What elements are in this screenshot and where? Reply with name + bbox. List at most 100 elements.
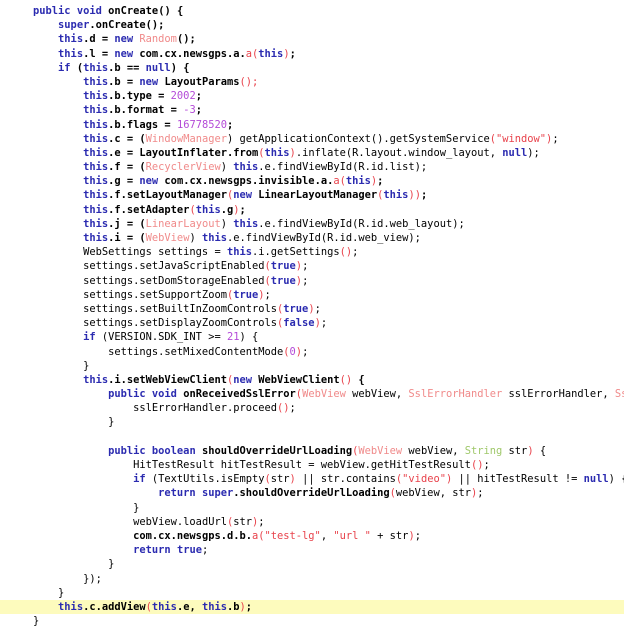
code-line[interactable]: HitTestResult hitTestResult = webView.ge… [0, 458, 624, 472]
code-line[interactable]: settings.setSupportZoom(true); [0, 288, 624, 302]
code-token-bold: ; [245, 600, 253, 613]
code-token-bold: .b = [108, 75, 140, 88]
code-token-kw: new [114, 33, 134, 46]
code-token-kw: this [83, 132, 109, 145]
code-line[interactable]: settings.setMixedContentMode(0); [0, 345, 624, 359]
code-line[interactable]: public void onCreate() { [0, 4, 624, 18]
code-line[interactable]: this.e = LayoutInflater.from(this).infla… [0, 146, 624, 160]
code-token-bold: { [352, 373, 365, 386]
code-token-plain: } [83, 359, 90, 372]
code-line[interactable]: } [0, 501, 624, 515]
code-line[interactable]: this.l = new com.cx.newsgps.a.a(this); [0, 47, 624, 61]
code-line[interactable]: this.i = (WebView) this.e.findViewById(R… [0, 231, 624, 245]
code-line[interactable]: WebSettings settings = this.i.getSetting… [0, 245, 624, 259]
code-line[interactable]: return super.shouldOverrideUrlLoading(we… [0, 486, 624, 500]
code-token-kw: this [151, 600, 177, 613]
code-line[interactable]: } [0, 614, 624, 628]
code-token-kw: this [83, 75, 109, 88]
code-token-kw: true [233, 288, 259, 301]
code-token-kw: this [83, 104, 109, 117]
code-line[interactable]: if (TextUtils.isEmpty(str) || str.contai… [0, 472, 624, 486]
code-viewer[interactable]: public void onCreate() { super.onCreate(… [0, 0, 624, 627]
code-line[interactable]: com.cx.newsgps.d.b.a("test-lg", "url " +… [0, 529, 624, 543]
code-token-bold: .b.type = [108, 90, 171, 103]
code-token-plain: ; [201, 544, 209, 557]
code-line[interactable]: this.d = new Random(); [0, 32, 624, 46]
code-line[interactable]: if (this.b == null) { [0, 61, 624, 75]
code-token-plain: ; [258, 515, 265, 528]
code-line[interactable]: this.c = (WindowManager) getApplicationC… [0, 132, 624, 146]
code-token-str: "window" [496, 132, 547, 145]
code-token-bold: .c.addView [83, 600, 146, 613]
code-token-strtype: String [464, 444, 503, 457]
code-line[interactable]: } [0, 586, 624, 600]
code-token-kw: public [108, 388, 146, 401]
code-token-plain: (TextUtils.isEmpty [145, 473, 265, 486]
code-token-bold: .onCreate [89, 19, 146, 32]
code-line[interactable]: this.b = new LayoutParams(); [0, 75, 624, 89]
code-line[interactable]: webView.loadUrl(str); [0, 515, 624, 529]
code-line-highlighted[interactable]: this.c.addView(this.e, this.b); [0, 599, 624, 615]
code-token-method: () [339, 246, 353, 259]
code-token-bold: onReceivedSslError [176, 388, 296, 401]
code-line[interactable]: super.onCreate(); [0, 18, 624, 32]
code-token-bold: () { [158, 5, 184, 17]
code-token-bold: .g = [108, 175, 140, 188]
code-line[interactable]: this.b.format = -3; [0, 103, 624, 117]
code-token-bold: ; [289, 47, 296, 60]
code-token-kw: this [83, 161, 109, 174]
code-line[interactable]: this.b.type = 2002; [0, 89, 624, 103]
code-line[interactable]: settings.setDomStorageEnabled(true); [0, 274, 624, 288]
code-token-plain: ); [527, 146, 540, 159]
code-token-kw: if [83, 331, 96, 344]
code-line[interactable]: this.f.setLayoutManager(new LinearLayout… [0, 188, 624, 202]
code-token-plain: webView.loadUrl [133, 515, 227, 528]
code-line[interactable]: return true; [0, 543, 624, 557]
code-line[interactable]: public boolean shouldOverrideUrlLoading(… [0, 444, 624, 458]
code-token-bold: ; [377, 175, 384, 188]
code-token-bold: com.cx.newsgps.invisible.a. [158, 175, 334, 188]
code-line[interactable]: this.j = (LinearLayout) this.e.findViewB… [0, 217, 624, 231]
code-token-kw: this [201, 600, 227, 613]
code-line[interactable]: } [0, 557, 624, 571]
code-line[interactable]: settings.setBuiltInZoomControls(true); [0, 302, 624, 316]
code-token-kw: public [108, 444, 146, 457]
code-token-method: () [339, 373, 353, 386]
code-token-bold: .e, [176, 600, 202, 613]
code-line[interactable]: } [0, 415, 624, 429]
code-line[interactable]: this.i.setWebViewClient(new WebViewClien… [0, 373, 624, 387]
code-token-plain: ) [220, 217, 234, 230]
code-token-type: SslError [614, 388, 624, 401]
code-token-bold: ( [70, 61, 84, 74]
code-token-kw: this [233, 161, 259, 174]
code-line[interactable]: public void onReceivedSslError(WebView w… [0, 387, 624, 401]
code-line[interactable] [0, 430, 624, 444]
code-line[interactable]: } [0, 359, 624, 373]
code-line[interactable]: this.f = (RecyclerView) this.e.findViewB… [0, 160, 624, 174]
code-line[interactable]: settings.setDisplayZoomControls(false); [0, 316, 624, 330]
code-token-kw: new [139, 175, 159, 188]
code-token-plain: , [320, 529, 334, 542]
code-token-kw: true [176, 544, 202, 557]
code-token-kw: true [283, 302, 309, 315]
code-line[interactable]: settings.setJavaScriptEnabled(true); [0, 259, 624, 273]
code-token-type: RecyclerView [145, 161, 221, 174]
code-line[interactable]: }); [0, 572, 624, 586]
code-line[interactable]: this.b.flags = 16778520; [0, 118, 624, 132]
code-line[interactable]: this.g = new com.cx.newsgps.invisible.a.… [0, 174, 624, 188]
code-line[interactable]: this.f.setAdapter(this.g); [0, 203, 624, 217]
code-line[interactable]: if (VERSION.SDK_INT >= 21) { [0, 330, 624, 344]
code-line[interactable]: sslErrorHandler.proceed(); [0, 401, 624, 415]
code-token-num: 2002 [170, 90, 196, 103]
code-token-bold: .l = [83, 47, 115, 60]
